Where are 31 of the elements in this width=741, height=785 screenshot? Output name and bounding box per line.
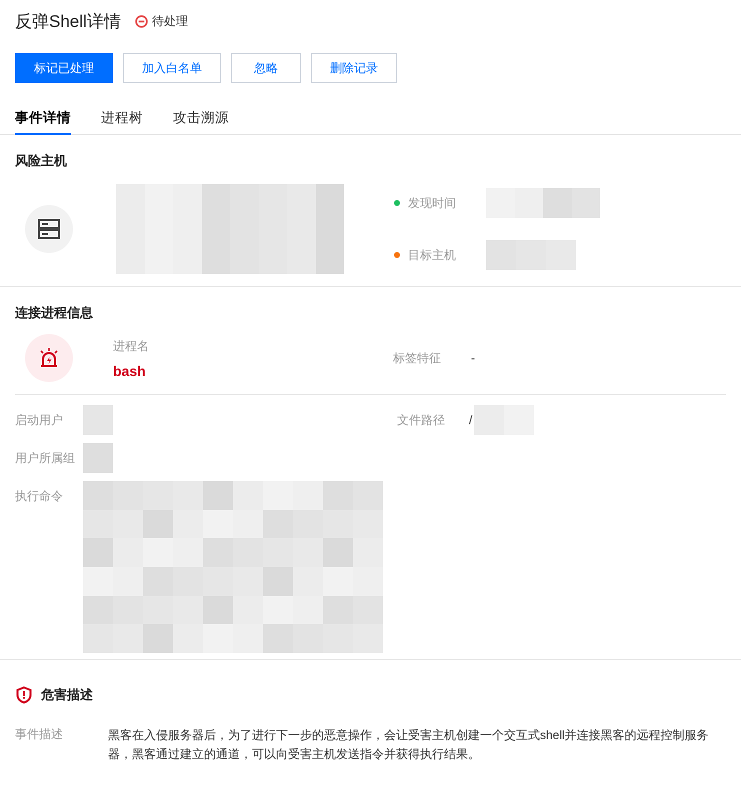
section-title: 风险主机 xyxy=(15,152,68,170)
section-title: 连接进程信息 xyxy=(15,304,94,322)
field-label: 事件描述 xyxy=(15,726,64,743)
description-text: 黑客在入侵服务器后，为了进行下一步的恶意操作，会让受害主机创建一个交互式shell并连接黑客的远程控制服务器，黑客通过建立的通道，可以向受害主机发送指令并获得执行结果。 xyxy=(108,727,710,763)
tab[interactable]: 进程树 xyxy=(101,109,143,135)
redacted-block xyxy=(83,405,113,435)
shield-icon xyxy=(15,686,33,704)
tab[interactable]: 事件详情 xyxy=(15,109,71,135)
action-button[interactable]: 标记已处理 xyxy=(15,53,113,83)
field-label: 启动用户 xyxy=(15,412,64,429)
section-title: 危害描述 xyxy=(41,686,93,704)
field-label: 文件路径 xyxy=(397,412,446,429)
field-label: 发现时间 xyxy=(408,194,457,212)
field-label: 执行命令 xyxy=(15,488,64,505)
field-label: 标签特征 xyxy=(393,350,442,366)
page-title: 反弹Shell详情 xyxy=(15,11,121,33)
process-name: bash xyxy=(113,362,147,378)
field-value: - xyxy=(471,351,475,365)
alarm-icon xyxy=(25,334,73,382)
field-label: 目标主机 xyxy=(408,246,457,264)
field-value: / xyxy=(469,412,472,429)
action-button[interactable]: 删除记录 xyxy=(311,53,397,83)
action-button[interactable]: 忽略 xyxy=(231,53,301,83)
redacted-block xyxy=(83,443,113,473)
field-label: 进程名 xyxy=(113,338,150,354)
tab[interactable]: 攻击溯源 xyxy=(173,109,229,135)
field-label: 用户所属组 xyxy=(15,450,76,467)
minus-circle-icon xyxy=(134,15,148,28)
status-text: 待处理 xyxy=(152,13,188,30)
server-icon xyxy=(25,205,73,253)
action-button[interactable]: 加入白名单 xyxy=(123,53,221,83)
